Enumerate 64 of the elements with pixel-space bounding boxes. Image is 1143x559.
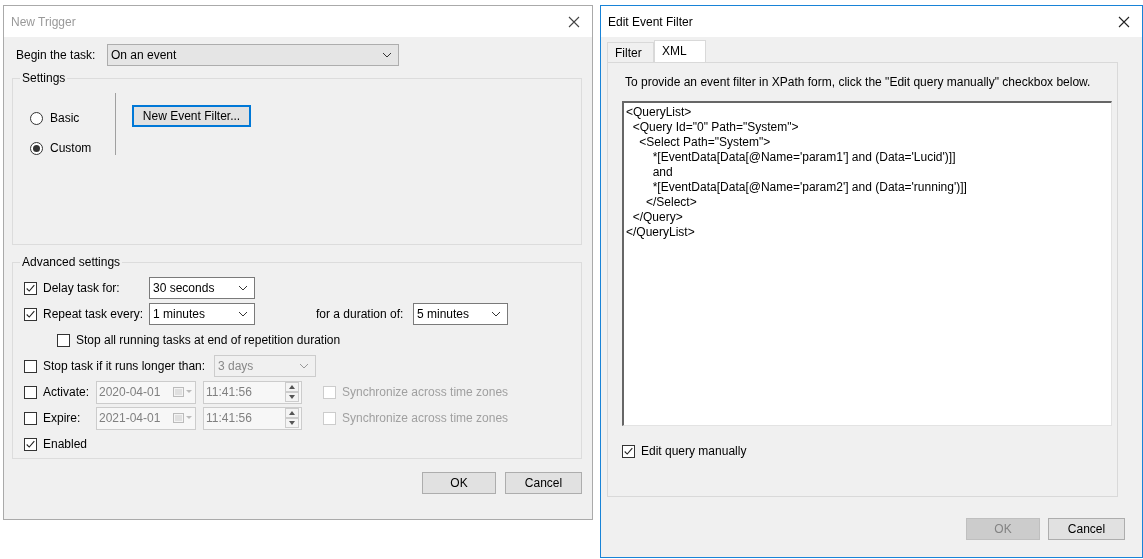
dropdown[interactable]: On an event [107, 44, 399, 66]
chevron-icon [238, 285, 248, 291]
calendar-icon [173, 387, 193, 397]
time-spinner[interactable]: 11:41:56 [203, 380, 302, 404]
code-line: </Query> [631, 210, 684, 225]
radio-label: Basic [50, 111, 80, 125]
dropdown[interactable]: 1 minutes [149, 303, 255, 325]
chevron-icon [382, 52, 392, 58]
checkbox-label: Stop task if it runs longer than: [43, 359, 207, 373]
time-spinner[interactable]: 11:41:56 [203, 406, 302, 430]
dropdown[interactable]: 30 seconds [149, 277, 255, 299]
checkbox[interactable] [57, 333, 70, 347]
checkbox[interactable] [24, 437, 37, 451]
cancel-button[interactable]: Cancel [1048, 518, 1125, 540]
code-line: <QueryList> [626, 105, 693, 120]
code-line: *[EventData[Data[@Name='param1'] and (Data='Lucid')]] [651, 150, 957, 165]
date-picker[interactable]: 2021-04-01 [96, 406, 196, 430]
new-event-filter-button[interactable]: New Event Filter... [132, 105, 251, 127]
code-line: </Select> [645, 195, 698, 210]
checkbox-label: Synchronize across time zones [342, 411, 509, 425]
radio-button[interactable] [30, 111, 43, 125]
code-line: <Query Id="0" Path="System"> [631, 120, 800, 135]
checkbox[interactable] [24, 411, 37, 425]
checkbox-label: Synchronize across time zones [342, 385, 509, 399]
field-label: Begin the task: [15, 48, 97, 62]
close-icon[interactable] [1118, 15, 1130, 28]
group-title: Advanced settings [21, 255, 122, 269]
radio-label: Custom [50, 141, 92, 155]
radio-button[interactable] [30, 141, 43, 155]
chevron-icon [491, 311, 501, 317]
checkbox-label: Edit query manually [641, 444, 747, 458]
checkbox[interactable] [24, 359, 37, 373]
checkbox[interactable] [24, 281, 37, 295]
code-line: *[EventData[Data[@Name='param2'] and (Data='running')]] [651, 180, 968, 195]
checkbox-label: Repeat task every: [43, 307, 145, 321]
ok-button[interactable]: OK [422, 472, 496, 494]
checkbox[interactable] [24, 385, 37, 399]
date-picker[interactable]: 2020-04-01 [96, 380, 196, 404]
dropdown[interactable]: 5 minutes [413, 303, 508, 325]
code-line: and [651, 165, 674, 180]
checkbox[interactable] [622, 444, 635, 458]
close-icon[interactable] [568, 15, 580, 28]
query-text-area[interactable] [622, 101, 1112, 426]
calendar-icon [173, 413, 193, 423]
chevron-icon [299, 363, 309, 369]
checkbox-label: Stop all running tasks at end of repetition duration [76, 333, 341, 347]
field-label: for a duration of: [316, 307, 405, 321]
tab[interactable]: XML [654, 40, 706, 62]
checkbox-label: Delay task for: [43, 281, 121, 295]
spinner-arrows-icon [285, 408, 299, 428]
instruction-text: To provide an event filter in XPath form, click the "Edit query manually" checkbox below. [625, 75, 1092, 89]
checkbox-label: Enabled [43, 437, 88, 451]
spinner-arrows-icon [285, 382, 299, 402]
window-title: Edit Event Filter [608, 14, 693, 29]
tab[interactable]: Filter [607, 42, 654, 62]
chevron-icon [238, 311, 248, 317]
cancel-button[interactable]: Cancel [505, 472, 582, 494]
code-line: <Select Path="System"> [638, 135, 772, 150]
group-title: Settings [21, 71, 67, 85]
window-title: New Trigger [11, 14, 76, 29]
checkbox-label: Activate: [43, 385, 91, 399]
code-line: </QueryList> [626, 225, 696, 240]
checkbox[interactable] [24, 307, 37, 321]
checkbox-label: Expire: [43, 411, 82, 425]
